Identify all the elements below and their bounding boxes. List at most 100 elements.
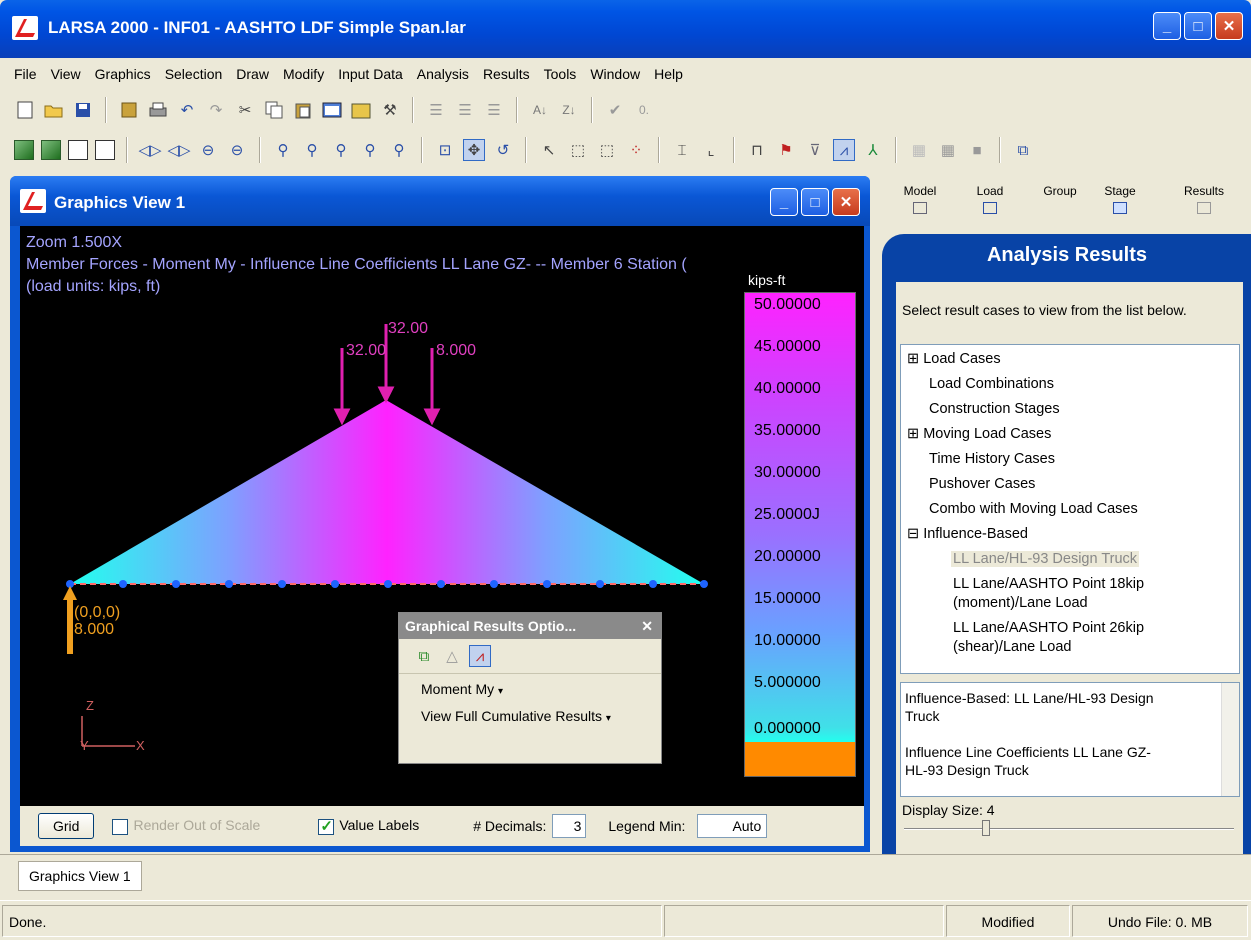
description-scrollbar[interactable]: [1221, 683, 1239, 796]
tree-item-hl93-design-truck[interactable]: LL Lane/HL-93 Design Truck: [951, 551, 1140, 567]
select-joints-icon[interactable]: ⁘: [625, 139, 647, 161]
rotate-left-icon[interactable]: ◁▷: [138, 139, 161, 161]
rotate-right-icon[interactable]: ◁▷: [167, 139, 190, 161]
menu-results[interactable]: Results: [479, 63, 534, 85]
outdent-icon[interactable]: ☰: [425, 99, 447, 121]
grid-large-icon[interactable]: ▦: [937, 139, 959, 161]
tab-load[interactable]: Load: [960, 184, 1020, 214]
minimize-button[interactable]: _: [1153, 12, 1181, 40]
menu-analysis[interactable]: Analysis: [413, 63, 473, 85]
support-icon[interactable]: ⊽: [804, 139, 826, 161]
expand-icon[interactable]: ⊞: [907, 426, 919, 442]
print-icon[interactable]: [147, 99, 169, 121]
view-minimize-button[interactable]: _: [770, 188, 798, 216]
menu-graphics[interactable]: Graphics: [91, 63, 155, 85]
results-diagram-icon[interactable]: ⩘: [469, 645, 491, 667]
zoom-in-icon[interactable]: ⚲: [301, 139, 323, 161]
menu-input-data[interactable]: Input Data: [334, 63, 407, 85]
load-icon[interactable]: ⚑: [775, 139, 797, 161]
hidden-line-view-icon[interactable]: [95, 140, 115, 160]
decimals-input[interactable]: 3: [552, 814, 587, 838]
dialog-close-icon[interactable]: ✕: [641, 618, 653, 635]
wrench-icon[interactable]: ⚒: [379, 99, 401, 121]
select-box-icon[interactable]: ⬚: [567, 139, 589, 161]
cut-icon[interactable]: ✂: [234, 99, 256, 121]
tree-item-aashto-26kip[interactable]: LL Lane/AASHTO Point 26kip: [953, 620, 1144, 636]
wireframe-view-icon[interactable]: [68, 140, 88, 160]
render-out-of-scale-checkbox[interactable]: Render Out of Scale: [112, 817, 260, 835]
menu-tools[interactable]: Tools: [540, 63, 581, 85]
pan-icon[interactable]: ✥: [463, 139, 485, 161]
book-icon[interactable]: [118, 99, 140, 121]
close-button[interactable]: ✕: [1215, 12, 1243, 40]
tree-item-moving-load-cases[interactable]: ⊞ Moving Load Cases: [907, 426, 1051, 442]
menu-draw[interactable]: Draw: [232, 63, 273, 85]
orbit-icon[interactable]: ↺: [492, 139, 514, 161]
expand-icon[interactable]: ⊞: [907, 351, 919, 367]
tree-item-pushover-cases[interactable]: Pushover Cases: [929, 476, 1035, 492]
indent-icon[interactable]: ☰: [454, 99, 476, 121]
select-pointer-icon[interactable]: ↖: [538, 139, 560, 161]
new-file-icon[interactable]: [14, 99, 36, 121]
properties-icon[interactable]: [321, 99, 343, 121]
value-labels-checkbox[interactable]: Value Labels: [318, 817, 419, 835]
tab-model[interactable]: Model: [890, 184, 950, 214]
open-folder-icon[interactable]: [43, 99, 65, 121]
copy-icon[interactable]: [263, 99, 285, 121]
sort-descending-icon[interactable]: Z↓: [558, 99, 580, 121]
redo-icon[interactable]: ↷: [205, 99, 227, 121]
check-icon[interactable]: ✔: [604, 99, 626, 121]
collapse-icon[interactable]: ⊟: [907, 526, 919, 542]
view-close-button[interactable]: ✕: [832, 188, 860, 216]
force-diagram-icon[interactable]: ⅄: [862, 139, 884, 161]
menu-view[interactable]: View: [47, 63, 85, 85]
tree-item-load-cases[interactable]: ⊞ Load Cases: [907, 351, 1001, 367]
select-all-icon[interactable]: ⌞: [700, 139, 722, 161]
save-icon[interactable]: [72, 99, 94, 121]
zoom-out-icon[interactable]: ⚲: [330, 139, 352, 161]
tree-item-aashto-26kip-cont[interactable]: (shear)/Lane Load: [953, 639, 1072, 655]
legend-min-input[interactable]: Auto: [697, 814, 768, 838]
slider-thumb[interactable]: [982, 820, 990, 836]
undo-icon[interactable]: ↶: [176, 99, 198, 121]
spreadsheet-icon[interactable]: [350, 99, 372, 121]
tree-item-time-history-cases[interactable]: Time History Cases: [929, 451, 1055, 467]
menu-modify[interactable]: Modify: [279, 63, 328, 85]
fill-icon[interactable]: ■: [966, 139, 988, 161]
tree-item-influence-based[interactable]: ⊟ Influence-Based: [907, 526, 1028, 542]
grid-button[interactable]: Grid: [38, 813, 95, 839]
tree-item-load-combinations[interactable]: Load Combinations: [929, 376, 1054, 392]
tab-graphics-view-1[interactable]: Graphics View 1: [18, 861, 142, 891]
moment-dropdown[interactable]: Moment My ▾: [399, 674, 661, 701]
grid-small-icon[interactable]: ▦: [908, 139, 930, 161]
zoom-icon[interactable]: ⚲: [272, 139, 294, 161]
menu-window[interactable]: Window: [586, 63, 644, 85]
tab-group[interactable]: Group: [1030, 184, 1090, 198]
solid-view-icon[interactable]: [14, 140, 34, 160]
deselect-box-icon[interactable]: ⬚: [596, 139, 618, 161]
zoom-extents-icon[interactable]: ⊡: [434, 139, 456, 161]
frame-icon[interactable]: ⊓: [746, 139, 768, 161]
menu-file[interactable]: File: [10, 63, 41, 85]
tree-item-aashto-18kip-cont[interactable]: (moment)/Lane Load: [953, 595, 1088, 611]
zoom-previous-icon[interactable]: ⚲: [388, 139, 410, 161]
select-members-icon[interactable]: ⌶: [671, 139, 693, 161]
zoom-window-icon[interactable]: ⚲: [359, 139, 381, 161]
rotate-up-icon[interactable]: ⊖: [197, 139, 219, 161]
tree-item-aashto-18kip[interactable]: LL Lane/AASHTO Point 18kip: [953, 576, 1144, 592]
shaded-view-icon[interactable]: [41, 140, 61, 160]
deformed-shape-icon[interactable]: ⩘: [833, 139, 855, 161]
sort-ascending-icon[interactable]: A↓: [529, 99, 551, 121]
cumulative-results-dropdown[interactable]: View Full Cumulative Results ▾: [399, 701, 661, 728]
list-icon[interactable]: ☰: [483, 99, 505, 121]
tree-item-combo-moving-load[interactable]: Combo with Moving Load Cases: [929, 501, 1138, 517]
results-triangle-icon[interactable]: △: [441, 645, 463, 667]
menu-help[interactable]: Help: [650, 63, 687, 85]
tab-results[interactable]: Results: [1174, 184, 1234, 214]
menu-selection[interactable]: Selection: [161, 63, 227, 85]
display-size-slider[interactable]: [904, 820, 1234, 836]
maximize-button[interactable]: □: [1184, 12, 1212, 40]
paste-icon[interactable]: [292, 99, 314, 121]
tree-item-construction-stages[interactable]: Construction Stages: [929, 401, 1060, 417]
results-layers-icon[interactable]: ⧉: [413, 645, 435, 667]
